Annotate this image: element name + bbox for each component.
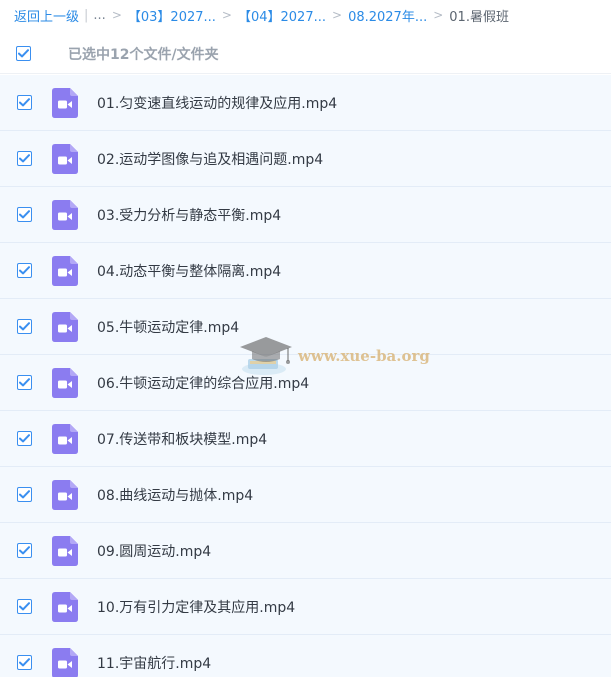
video-file-icon [52,479,78,510]
breadcrumb: 返回上一级 | ... > 【03】2027... > 【04】2027... … [0,0,611,30]
file-name[interactable]: 07.传送带和板块模型.mp4 [97,429,267,449]
checkmark-icon [19,154,30,163]
file-name[interactable]: 11.宇宙航行.mp4 [97,653,211,673]
file-row[interactable]: 11.宇宙航行.mp4 [0,635,611,677]
checkmark-icon [19,490,30,499]
checkmark-icon [18,49,29,58]
file-row[interactable]: 01.匀变速直线运动的规律及应用.mp4 [0,75,611,131]
video-file-icon [52,199,78,230]
checkmark-icon [19,434,30,443]
file-row[interactable]: 08.曲线运动与抛体.mp4 [0,467,611,523]
file-name[interactable]: 01.匀变速直线运动的规律及应用.mp4 [97,93,337,113]
video-file-icon [52,143,78,174]
file-checkbox[interactable] [17,431,32,446]
file-name[interactable]: 08.曲线运动与抛体.mp4 [97,485,253,505]
file-name[interactable]: 04.动态平衡与整体隔离.mp4 [97,261,281,281]
checkmark-icon [19,546,30,555]
checkmark-icon [19,602,30,611]
breadcrumb-separator: > [433,8,444,22]
file-name[interactable]: 09.圆周运动.mp4 [97,541,211,561]
file-checkbox[interactable] [17,487,32,502]
file-row[interactable]: 07.传送带和板块模型.mp4 [0,411,611,467]
file-name[interactable]: 02.运动学图像与追及相遇问题.mp4 [97,149,323,169]
file-row[interactable]: 04.动态平衡与整体隔离.mp4 [0,243,611,299]
file-row[interactable]: 09.圆周运动.mp4 [0,523,611,579]
video-file-icon [52,311,78,342]
file-name[interactable]: 05.牛顿运动定律.mp4 [97,317,239,337]
video-file-icon [52,255,78,286]
file-name[interactable]: 10.万有引力定律及其应用.mp4 [97,597,295,617]
file-row[interactable]: 02.运动学图像与追及相遇问题.mp4 [0,131,611,187]
breadcrumb-ellipsis[interactable]: ... [93,8,105,23]
breadcrumb-separator: > [332,8,343,22]
file-row[interactable]: 03.受力分析与静态平衡.mp4 [0,187,611,243]
file-name[interactable]: 06.牛顿运动定律的综合应用.mp4 [97,373,309,393]
file-checkbox[interactable] [17,151,32,166]
file-checkbox[interactable] [17,655,32,670]
checkmark-icon [19,266,30,275]
back-link[interactable]: 返回上一级 [14,6,79,25]
breadcrumb-divider: | [84,7,89,23]
breadcrumb-item-08[interactable]: 08.2027年... [348,6,427,25]
file-checkbox[interactable] [17,599,32,614]
checkmark-icon [19,378,30,387]
breadcrumb-separator: > [221,8,232,22]
file-row[interactable]: 06.牛顿运动定律的综合应用.mp4 [0,355,611,411]
video-file-icon [52,87,78,118]
file-checkbox[interactable] [17,319,32,334]
video-file-icon [52,591,78,622]
checkmark-icon [19,658,30,667]
video-file-icon [52,423,78,454]
breadcrumb-current: 01.暑假班 [449,9,509,25]
video-file-icon [52,535,78,566]
breadcrumb-item-03[interactable]: 【03】2027... [128,6,216,25]
file-checkbox[interactable] [17,263,32,278]
video-file-icon [52,647,78,677]
file-checkbox[interactable] [17,207,32,222]
file-row[interactable]: 05.牛顿运动定律.mp4 [0,299,611,355]
file-row[interactable]: 10.万有引力定律及其应用.mp4 [0,579,611,635]
breadcrumb-separator: > [111,8,122,22]
checkmark-icon [19,210,30,219]
video-file-icon [52,367,78,398]
file-name[interactable]: 03.受力分析与静态平衡.mp4 [97,205,281,225]
checkmark-icon [19,98,30,107]
selection-bar: 已选中12个文件/文件夹 [0,34,611,74]
file-browser: 返回上一级 | ... > 【03】2027... > 【04】2027... … [0,0,611,677]
file-list: 01.匀变速直线运动的规律及应用.mp4 02.运动学图像与追及相遇问题.mp4 0… [0,75,611,677]
checkmark-icon [19,322,30,331]
select-all-checkbox[interactable] [16,46,31,61]
file-checkbox[interactable] [17,95,32,110]
breadcrumb-item-04[interactable]: 【04】2027... [238,6,326,25]
selection-summary: 已选中12个文件/文件夹 [68,46,219,63]
file-checkbox[interactable] [17,375,32,390]
file-checkbox[interactable] [17,543,32,558]
